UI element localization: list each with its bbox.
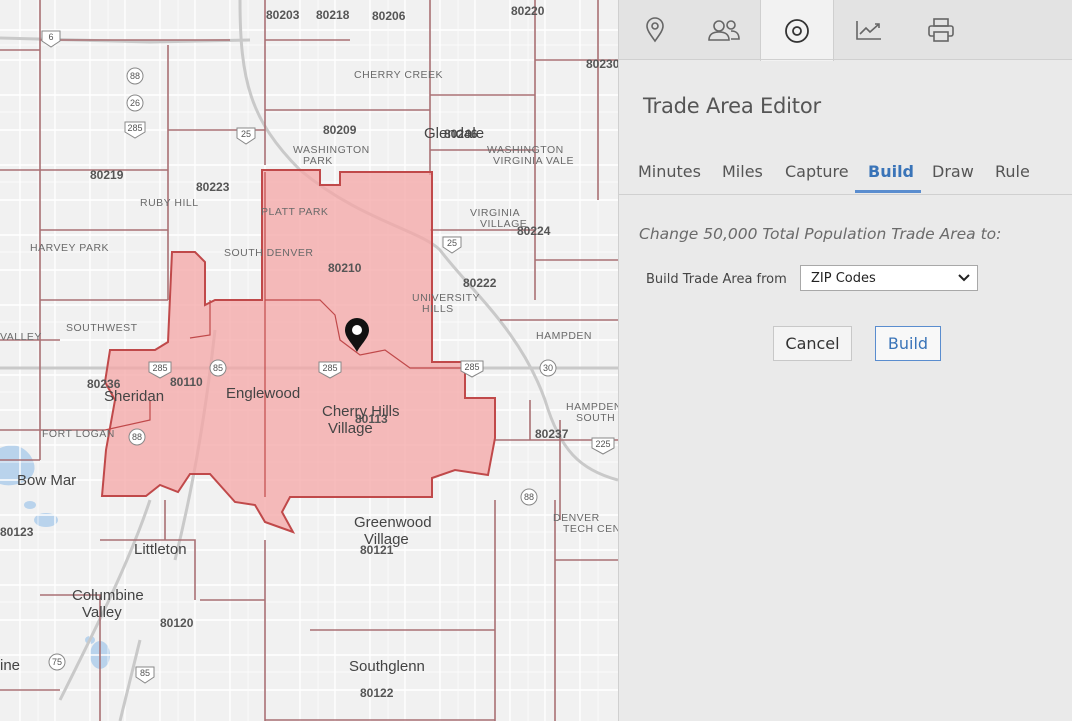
svg-text:88: 88 xyxy=(132,432,142,442)
area-label: VALLEY xyxy=(0,331,42,343)
area-label: SOUTH DENVER xyxy=(224,247,313,259)
build-from-select[interactable]: ZIP Codes xyxy=(800,265,978,291)
town-label: Littleton xyxy=(134,541,187,558)
tab-draw[interactable]: Draw xyxy=(932,162,974,181)
zip-label: 80209 xyxy=(323,123,357,137)
town-label: Southglenn xyxy=(349,658,425,675)
zip-label: 80203 xyxy=(266,8,300,22)
area-label: PLATT PARK xyxy=(261,206,328,218)
area-label: VIRGINIA VILLAGE xyxy=(470,207,527,230)
trade-area-tabs: Minutes Miles Capture Build Draw Rule xyxy=(619,152,1072,195)
build-instruction: Change 50,000 Total Population Trade Are… xyxy=(639,225,1002,243)
icon-toolbar xyxy=(619,0,1072,61)
area-label: WASHINGTON VIRGINIA VALE xyxy=(487,144,574,167)
svg-text:285: 285 xyxy=(152,363,167,373)
svg-text:25: 25 xyxy=(447,238,457,248)
tab-rule[interactable]: Rule xyxy=(995,162,1030,181)
reports-tab[interactable] xyxy=(833,0,905,60)
svg-text:30: 30 xyxy=(543,363,553,373)
target-icon xyxy=(785,18,809,43)
town-label: ine xyxy=(0,657,20,674)
build-button[interactable]: Build xyxy=(875,326,941,361)
area-label: HARVEY PARK xyxy=(30,242,109,254)
trade-area-polygon[interactable] xyxy=(100,169,496,534)
printer-icon xyxy=(928,18,954,42)
zip-label: 80219 xyxy=(90,168,124,182)
toolbar-divider xyxy=(619,59,1072,60)
svg-text:285: 285 xyxy=(464,362,479,372)
location-pin-icon xyxy=(646,17,664,43)
area-label: RUBY HILL xyxy=(140,197,199,209)
town-label: Englewood xyxy=(226,385,300,402)
zip-label: 80210 xyxy=(328,261,362,275)
area-label: FORT LOGAN xyxy=(42,428,115,440)
area-label: HAMPDEN SOUTH xyxy=(566,401,618,424)
cancel-button[interactable]: Cancel xyxy=(773,326,852,361)
zip-label: 80206 xyxy=(372,9,406,23)
svg-text:6: 6 xyxy=(48,32,53,42)
active-tab-indicator xyxy=(855,190,921,193)
print-tab[interactable] xyxy=(905,0,977,60)
tab-miles[interactable]: Miles xyxy=(722,162,763,181)
trend-chart-icon xyxy=(856,21,881,40)
town-label: Bow Mar xyxy=(17,472,76,489)
svg-text:285: 285 xyxy=(127,123,142,133)
area-label: CHERRY CREEK xyxy=(354,69,443,81)
people-icon xyxy=(708,20,740,41)
area-label: SOUTHWEST xyxy=(66,322,138,334)
tab-capture[interactable]: Capture xyxy=(785,162,849,181)
svg-text:85: 85 xyxy=(213,363,223,373)
zip-label: 80223 xyxy=(196,180,230,194)
location-tab[interactable] xyxy=(619,0,691,60)
svg-text:25: 25 xyxy=(241,129,251,139)
panel-title: Trade Area Editor xyxy=(643,94,821,118)
zip-label: 80220 xyxy=(511,4,545,18)
svg-text:88: 88 xyxy=(130,71,140,81)
zip-label: 80222 xyxy=(463,276,497,290)
town-label: Greenwood Village xyxy=(354,514,432,548)
tab-minutes[interactable]: Minutes xyxy=(638,162,701,181)
svg-text:26: 26 xyxy=(130,98,140,108)
town-label: Glendale xyxy=(424,125,484,142)
zip-label: 80230 xyxy=(586,57,618,71)
chevron-down-icon xyxy=(958,274,970,282)
area-label: WASHINGTON PARK xyxy=(293,144,370,167)
zip-label: 80218 xyxy=(316,8,350,22)
town-label: Columbine Valley xyxy=(72,587,144,621)
map-view[interactable]: 6 88 26 285 25 25 285 85 285 285 30 225 … xyxy=(0,0,618,721)
svg-text:88: 88 xyxy=(524,492,534,502)
tab-build[interactable]: Build xyxy=(868,162,914,181)
svg-text:225: 225 xyxy=(595,439,610,449)
build-from-value: ZIP Codes xyxy=(811,271,876,286)
build-from-label: Build Trade Area from xyxy=(646,272,787,287)
area-label: UNIVERSITY HILLS xyxy=(412,292,480,315)
side-panel: Trade Area Editor Minutes Miles Capture … xyxy=(618,0,1072,721)
zip-label: 80110 xyxy=(170,375,203,389)
trade-area-tab[interactable] xyxy=(760,0,834,61)
map-canvas[interactable]: 6 88 26 285 25 25 285 85 285 285 30 225 … xyxy=(0,0,618,721)
demographics-tab[interactable] xyxy=(688,0,760,60)
svg-text:85: 85 xyxy=(140,668,150,678)
svg-text:75: 75 xyxy=(52,657,62,667)
area-label: HAMPDEN xyxy=(536,330,592,342)
zip-label: 80237 xyxy=(535,427,569,441)
svg-text:285: 285 xyxy=(322,363,337,373)
zip-label: 80123 xyxy=(0,525,34,539)
town-label: Sheridan xyxy=(104,388,164,405)
zip-label: 80122 xyxy=(360,686,394,700)
zip-label: 80120 xyxy=(160,616,194,630)
